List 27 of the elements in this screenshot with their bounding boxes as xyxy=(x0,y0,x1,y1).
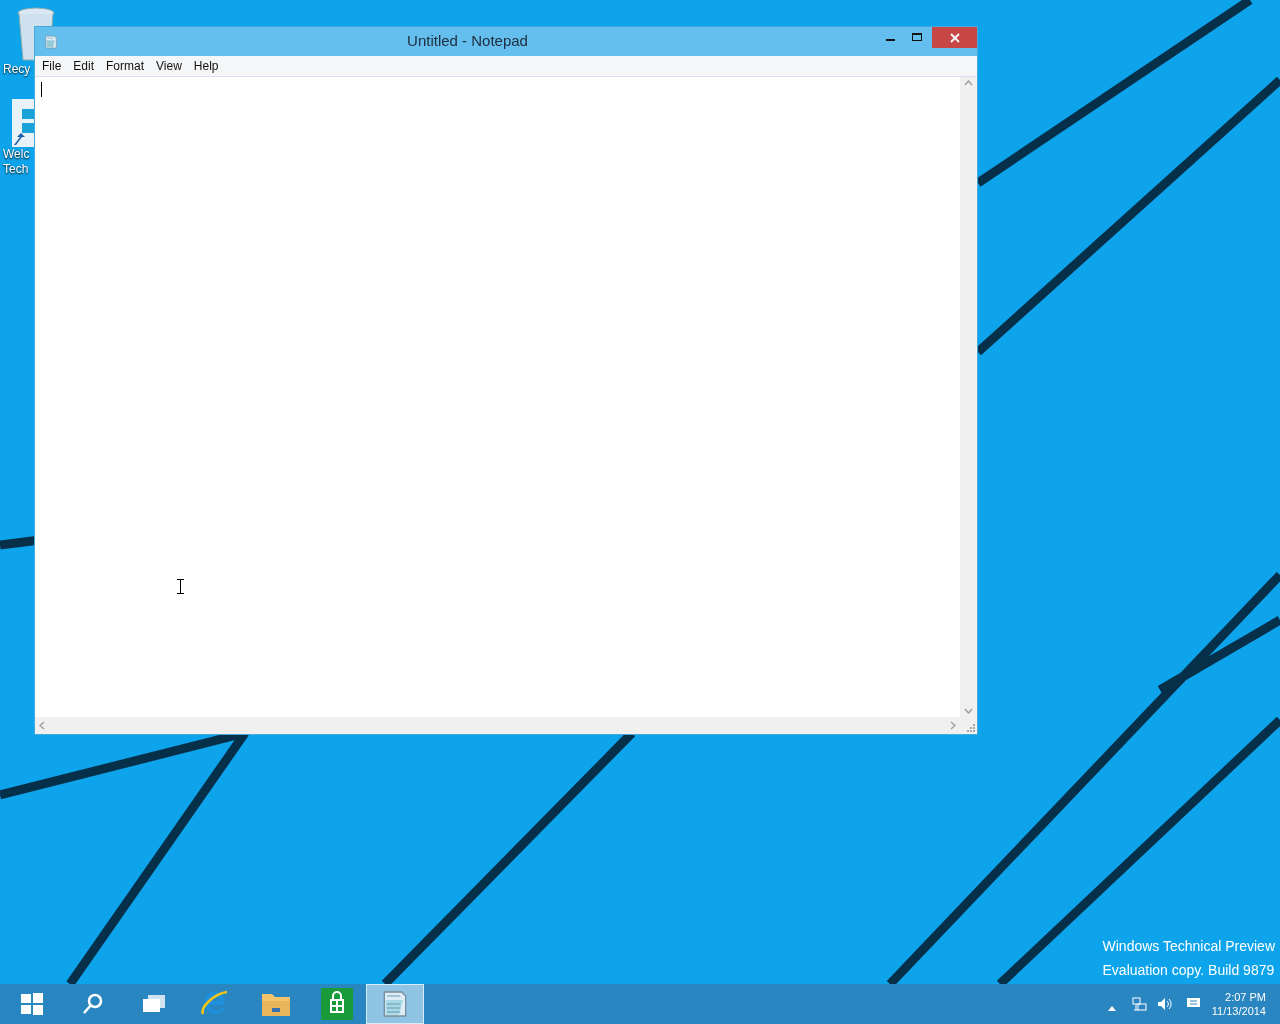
window-title: Untitled - Notepad xyxy=(406,31,529,52)
menu-item[interactable]: File xyxy=(36,57,68,75)
menu-item[interactable]: Format xyxy=(100,57,151,75)
clock-time[interactable]: 2:07 PM xyxy=(1225,990,1266,1004)
horizontal-scrollbar[interactable] xyxy=(35,717,960,734)
taskbar-button[interactable] xyxy=(366,984,424,1024)
speaker-icon[interactable] xyxy=(1156,997,1173,1011)
up-caret-icon[interactable] xyxy=(1107,1005,1116,1011)
menu-item[interactable]: Edit xyxy=(67,57,101,75)
close-icon xyxy=(949,32,960,43)
windows-stack-icon xyxy=(142,994,166,1014)
text-caret xyxy=(41,82,42,97)
resize-grip-icon[interactable] xyxy=(966,723,975,732)
windows-logo-icon xyxy=(20,992,44,1016)
notepad-icon xyxy=(43,33,59,50)
menu-item[interactable]: View xyxy=(150,57,188,75)
network-icon[interactable] xyxy=(1131,996,1147,1012)
shortcut-icon xyxy=(12,99,36,147)
menu-item[interactable]: Help xyxy=(187,57,225,75)
shopping-bag-icon xyxy=(321,988,353,1020)
search-icon xyxy=(81,992,105,1016)
vertical-scrollbar[interactable] xyxy=(960,77,977,717)
watermark-text: Evaluation copy. Build 9879 xyxy=(1102,961,1275,980)
text-cursor-icon xyxy=(177,579,184,594)
clock-date[interactable]: 11/13/2014 xyxy=(1211,1004,1266,1018)
watermark-text: Windows Technical Preview xyxy=(1102,937,1275,956)
close-button[interactable] xyxy=(932,27,977,48)
